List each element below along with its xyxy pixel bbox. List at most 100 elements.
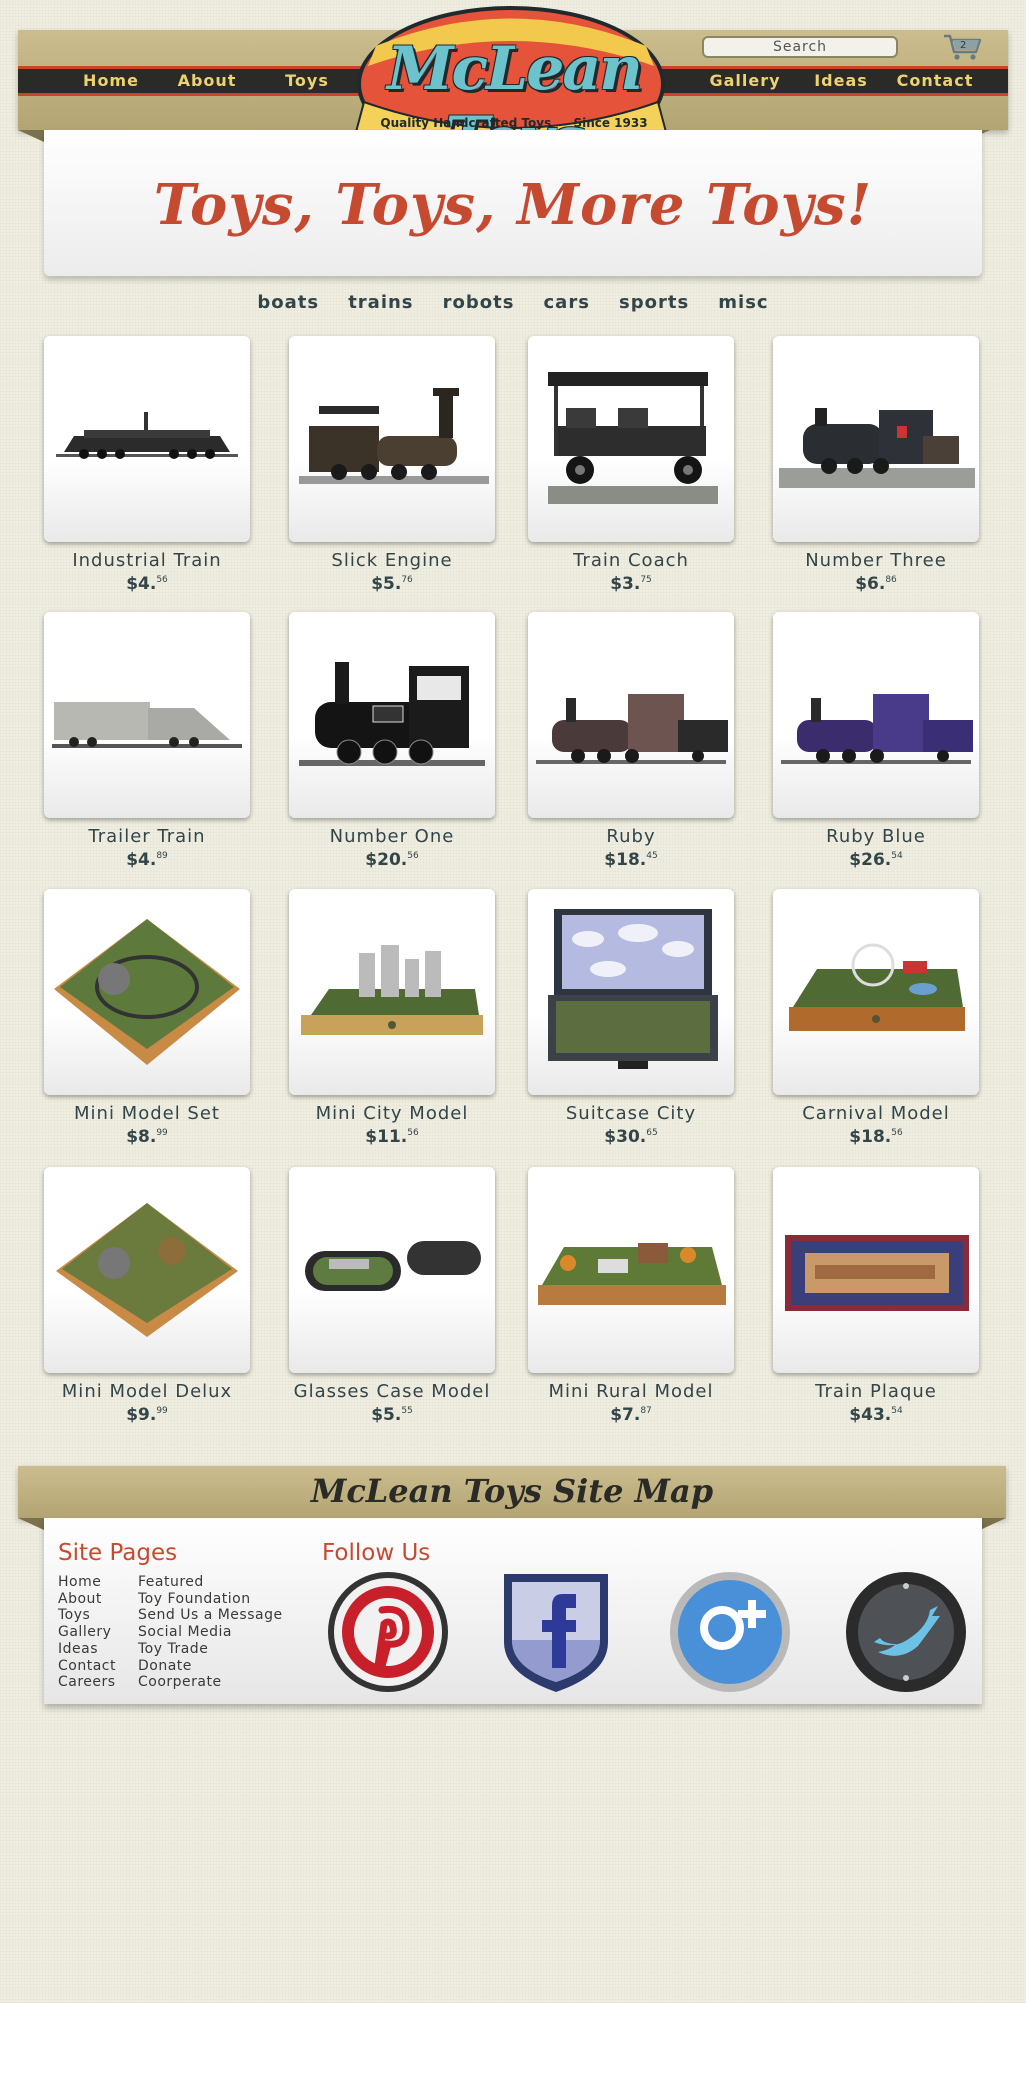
category-robots[interactable]: robots [443,292,515,313]
product-card-number-three[interactable] [773,336,979,542]
hero-panel: Toys, Toys, More Toys! [44,130,982,276]
site-pages-heading: Site Pages [58,1540,178,1566]
product-name[interactable]: Ruby [508,826,754,847]
product-image [52,702,242,748]
sitemap-link-home[interactable]: Home [58,1574,116,1591]
product-image [536,694,728,764]
product-card-train-coach[interactable] [528,336,734,542]
product-price: $26.54 [849,850,903,870]
product-price: $3.75 [610,574,652,594]
category-sports[interactable]: sports [619,292,689,313]
product-image [56,412,238,459]
product-name[interactable]: Mini City Model [269,1103,515,1124]
product-name[interactable]: Train Coach [508,550,754,571]
nav-home[interactable]: Home [56,69,166,93]
product-card-ruby[interactable] [528,612,734,818]
product-price: $4.56 [126,574,168,594]
category-boats[interactable]: boats [257,292,319,313]
product-image [789,943,965,1031]
product-image [54,919,240,1065]
sitemap-link-toy-trade[interactable]: Toy Trade [138,1641,283,1658]
product-card-carnival-model[interactable] [773,889,979,1095]
cart-count: 2 [960,40,967,51]
nav-gallery[interactable]: Gallery [690,69,800,93]
category-trains[interactable]: trains [348,292,413,313]
twitter-icon[interactable] [844,1570,968,1694]
product-image [305,1241,481,1291]
sitemap-link-toys[interactable]: Toys [58,1607,116,1624]
product-price: $8.99 [126,1127,168,1147]
product-image [299,662,485,766]
nav-about[interactable]: About [152,69,262,93]
sitemap-link-social-media[interactable]: Social Media [138,1624,283,1641]
product-price: $43.54 [849,1405,903,1425]
sitemap-link-coorperate[interactable]: Coorperate [138,1674,283,1691]
product-image [301,945,483,1035]
product-image [538,1243,726,1305]
product-card-mini-model-set[interactable] [44,889,250,1095]
follow-us-heading: Follow Us [322,1540,431,1566]
product-card-train-plaque[interactable] [773,1167,979,1373]
nav-contact[interactable]: Contact [880,69,990,93]
search-input[interactable] [702,36,898,58]
product-price: $18.45 [604,850,658,870]
sitemap-fold-left [18,1518,44,1530]
product-image [548,909,718,1069]
google-plus-icon[interactable] [668,1570,792,1694]
product-card-mini-rural-model[interactable] [528,1167,734,1373]
product-name[interactable]: Trailer Train [24,826,270,847]
product-price: $20.56 [365,850,419,870]
product-name[interactable]: Industrial Train [24,550,270,571]
sitemap-link-about[interactable]: About [58,1591,116,1608]
product-name[interactable]: Mini Rural Model [508,1381,754,1402]
product-name[interactable]: Ruby Blue [753,826,999,847]
sitemap-panel: Site Pages Home About Toys Gallery Ideas… [44,1518,982,1704]
product-name[interactable]: Train Plaque [753,1381,999,1402]
product-name[interactable]: Suitcase City [508,1103,754,1124]
sitemap-link-send-message[interactable]: Send Us a Message [138,1607,283,1624]
site-pages-list-2: Featured Toy Foundation Send Us a Messag… [138,1574,283,1691]
sitemap-link-ideas[interactable]: Ideas [58,1641,116,1658]
product-card-suitcase-city[interactable] [528,889,734,1095]
product-price: $9.99 [126,1405,168,1425]
product-price: $5.76 [371,574,413,594]
hero-title: Toys, Toys, More Toys! [153,172,873,238]
product-price: $30.65 [604,1127,658,1147]
sitemap-link-featured[interactable]: Featured [138,1574,283,1591]
product-name[interactable]: Glasses Case Model [269,1381,515,1402]
facebook-icon[interactable] [500,1570,612,1696]
product-image [779,408,975,488]
category-misc[interactable]: misc [718,292,768,313]
product-card-mini-city-model[interactable] [289,889,495,1095]
product-name[interactable]: Mini Model Delux [24,1381,270,1402]
since-text: Since 1933 [573,116,648,130]
product-card-mini-model-delux[interactable] [44,1167,250,1373]
sitemap-banner: McLean Toys Site Map [18,1466,1006,1518]
product-image [299,388,489,484]
cart-icon[interactable]: 2 [942,32,984,62]
product-card-trailer-train[interactable] [44,612,250,818]
product-name[interactable]: Number One [269,826,515,847]
product-card-ruby-blue[interactable] [773,612,979,818]
product-card-glasses-case-model[interactable] [289,1167,495,1373]
sitemap-link-contact[interactable]: Contact [58,1658,116,1675]
product-name[interactable]: Number Three [753,550,999,571]
product-price: $4.89 [126,850,168,870]
sitemap-link-toy-foundation[interactable]: Toy Foundation [138,1591,283,1608]
sitemap-fold-right [980,1518,1006,1530]
sitemap-link-careers[interactable]: Careers [58,1674,116,1691]
product-card-slick-engine[interactable] [289,336,495,542]
pinterest-icon[interactable] [326,1570,450,1694]
site-pages-list-1: Home About Toys Gallery Ideas Contact Ca… [58,1574,116,1691]
product-image [785,1235,969,1311]
product-card-industrial-train[interactable] [44,336,250,542]
sitemap-link-gallery[interactable]: Gallery [58,1624,116,1641]
sitemap-link-donate[interactable]: Donate [138,1658,283,1675]
product-card-number-one[interactable] [289,612,495,818]
category-cars[interactable]: cars [544,292,590,313]
product-name[interactable]: Slick Engine [269,550,515,571]
header-fold-left [18,130,44,142]
product-name[interactable]: Carnival Model [753,1103,999,1124]
product-image [56,1203,238,1337]
product-name[interactable]: Mini Model Set [24,1103,270,1124]
